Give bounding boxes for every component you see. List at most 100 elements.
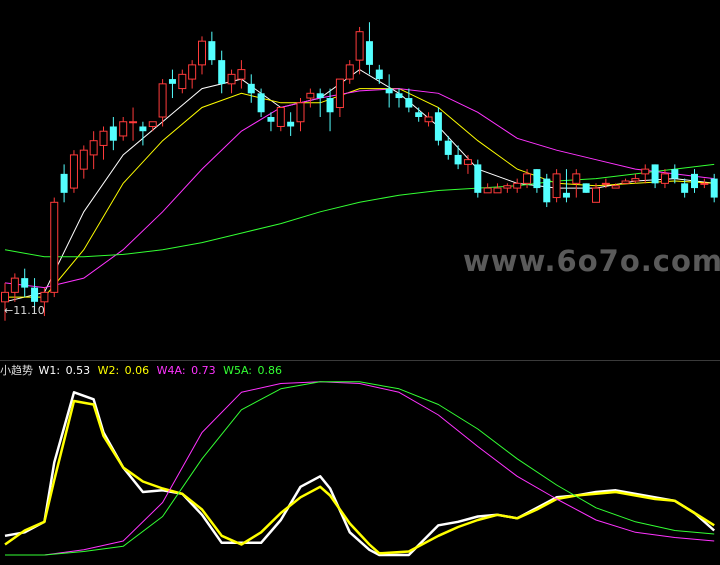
candle-body: [1, 291, 9, 303]
low-price-marker: ←11.10: [4, 304, 45, 317]
candle: [50, 197, 59, 298]
chart-area: [1, 22, 718, 557]
candle: [533, 169, 541, 193]
candle-body: [10, 277, 19, 293]
candle: [109, 117, 117, 151]
candle-body: [99, 130, 108, 146]
candle-body: [276, 107, 285, 127]
candle: [257, 88, 265, 117]
candle-body: [247, 83, 255, 94]
candle-body: [631, 178, 640, 182]
candle-body: [79, 149, 88, 170]
candle: [513, 178, 522, 193]
indicator-name: 小趋势: [0, 364, 33, 377]
candle: [700, 178, 709, 189]
candle: [592, 183, 600, 203]
candle: [168, 69, 176, 99]
candle-body: [562, 192, 570, 198]
candle-body: [681, 183, 689, 193]
legend-w1: W1: 0.53: [39, 364, 96, 377]
legend-w2-label: W2:: [97, 364, 123, 377]
candle-body: [158, 83, 167, 118]
candle: [227, 69, 236, 94]
candle: [543, 173, 551, 208]
candle: [119, 117, 128, 141]
legend-w4a: W4A: 0.73: [157, 364, 221, 377]
candle-body: [345, 64, 354, 80]
watermark: www.6o7o.com: [463, 244, 720, 278]
candle-body: [21, 278, 29, 288]
indicator-panel: [4, 381, 716, 557]
candle-body: [178, 73, 187, 90]
indicator-line-w5a: [5, 381, 715, 556]
indicator-line-w4a: [5, 381, 715, 556]
candle: [326, 88, 334, 132]
candle: [434, 107, 442, 146]
candle-body: [543, 178, 551, 203]
candle-body: [533, 169, 541, 189]
legend-w5a-value: 0.86: [257, 364, 283, 377]
candle-body: [375, 69, 383, 80]
candle-body: [60, 173, 68, 193]
candle: [188, 60, 197, 89]
indicator-line-w2: [4, 399, 715, 555]
candle-body: [493, 187, 502, 194]
candle: [335, 78, 344, 117]
candle-body: [424, 116, 433, 123]
candle-body: [621, 180, 630, 184]
candle-body: [109, 126, 117, 141]
candle-body: [40, 291, 49, 303]
legend-w4a-value: 0.73: [191, 364, 216, 377]
candle-body: [119, 121, 128, 137]
candle-body: [454, 154, 462, 165]
candle: [287, 112, 295, 136]
legend-w1-label: W1:: [38, 364, 64, 377]
candle-body: [31, 287, 39, 302]
candle-body: [463, 159, 472, 165]
candle-body: [326, 98, 334, 113]
candle-body: [582, 183, 590, 193]
candle: [375, 64, 383, 84]
indicator-line-w1: [4, 391, 716, 557]
candle-body: [700, 182, 709, 185]
candle-body: [444, 140, 452, 155]
candle: [60, 164, 68, 203]
legend-w2: W2: 0.06: [98, 364, 155, 377]
candle-body: [395, 93, 403, 99]
candle-body: [316, 93, 324, 99]
candle-body: [257, 93, 265, 113]
candle-body: [601, 182, 610, 185]
candle: [385, 74, 393, 108]
candle-body: [89, 140, 98, 156]
candle-body: [139, 126, 147, 132]
candle: [691, 169, 698, 193]
candle-body: [552, 173, 561, 199]
candle-body: [660, 173, 669, 184]
candle-body: [365, 41, 373, 65]
candle: [483, 183, 492, 194]
candle-body: [415, 112, 423, 117]
candle: [79, 145, 88, 179]
candle: [572, 169, 581, 198]
candle: [621, 178, 630, 184]
candle-body: [405, 98, 413, 108]
ma-line-3: [4, 163, 715, 258]
candle-body: [434, 112, 442, 141]
candle-body: [611, 185, 620, 189]
candle-body: [188, 64, 197, 80]
candle: [454, 145, 462, 170]
candle: [493, 183, 502, 194]
candle-body: [306, 92, 315, 99]
candle: [129, 107, 138, 141]
candle: [424, 112, 433, 127]
candle: [582, 183, 590, 193]
legend-w2-value: 0.06: [124, 364, 150, 377]
candle-body: [691, 173, 698, 189]
candle: [208, 31, 216, 65]
candle: [198, 36, 206, 75]
candle: [355, 26, 364, 75]
candle: [415, 107, 423, 122]
panel-divider: [0, 360, 720, 361]
candle: [474, 159, 482, 198]
candle-body: [129, 121, 138, 124]
